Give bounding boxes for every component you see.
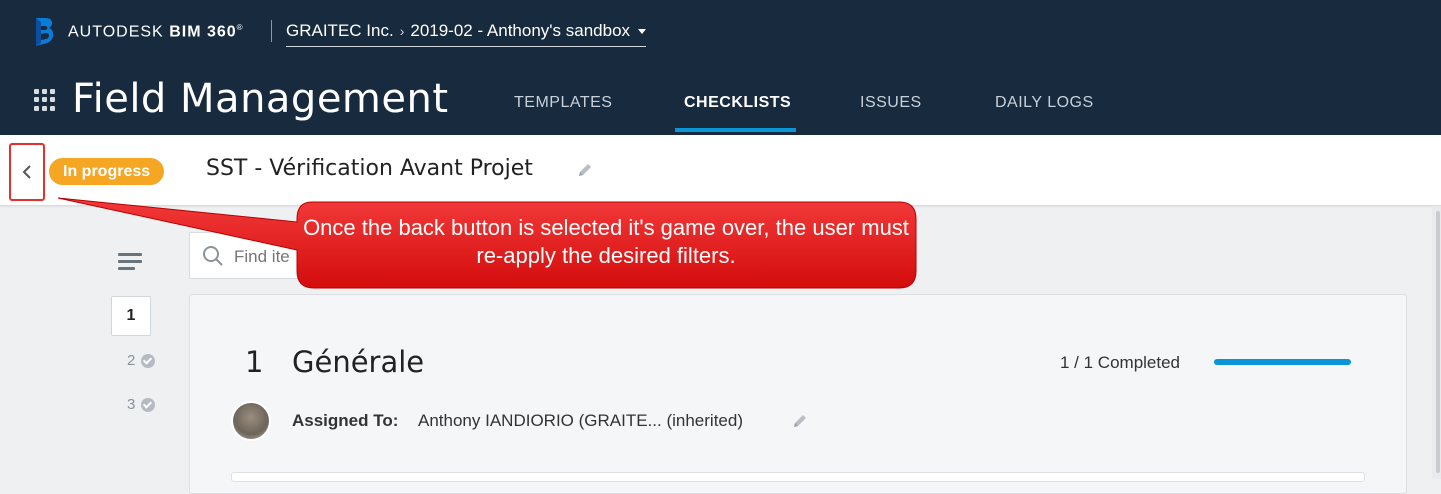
app-title: Field Management — [72, 76, 449, 122]
section-title: Générale — [292, 345, 425, 379]
apps-grid-icon[interactable] — [34, 89, 56, 111]
bim360-logo-icon — [36, 18, 54, 46]
tab-issues[interactable]: ISSUES — [860, 94, 922, 112]
assigned-to-label: Assigned To: — [292, 411, 399, 430]
back-button[interactable] — [9, 143, 45, 201]
tab-templates[interactable]: TEMPLATES — [514, 94, 612, 112]
breadcrumb-separator: › — [399, 23, 405, 39]
section-nav-item-2[interactable]: 2 — [127, 352, 156, 369]
status-badge: In progress — [49, 158, 165, 185]
project-name: 2019-02 - Anthony's sandbox — [410, 21, 631, 40]
caret-down-icon — [638, 28, 647, 34]
search-icon — [203, 246, 223, 266]
pencil-icon[interactable] — [577, 162, 593, 178]
tab-daily-logs[interactable]: DAILY LOGS — [995, 94, 1094, 112]
header-divider — [271, 20, 272, 42]
tab-checklists[interactable]: CHECKLISTS — [684, 94, 791, 112]
check-circle-icon — [141, 353, 156, 368]
section-nav-item-1[interactable]: 1 — [111, 296, 151, 336]
check-circle-icon — [141, 397, 156, 412]
chevron-left-icon — [22, 165, 31, 179]
section-card — [189, 294, 1407, 494]
brand-name: AUTODESK BIM 360® — [68, 22, 244, 41]
section-item-container — [231, 472, 1365, 482]
pencil-icon[interactable] — [792, 413, 808, 429]
assigned-to-value: Anthony IANDIORIO (GRAITE... (inherited) — [418, 411, 743, 430]
annotation-text: Once the back button is selected it's ga… — [303, 215, 909, 268]
scrollbar-thumb[interactable] — [1436, 211, 1440, 473]
completed-count: 1 / 1 Completed — [1060, 353, 1181, 372]
section-progress-bar — [1214, 359, 1351, 365]
list-icon[interactable] — [118, 253, 142, 271]
progress-fill — [1214, 359, 1351, 365]
project-selector[interactable]: GRAITEC Inc. › 2019-02 - Anthony's sandb… — [286, 18, 647, 47]
checklist-title: SST - Vérification Avant Projet — [206, 156, 533, 181]
company-name: GRAITEC Inc. — [286, 21, 394, 40]
section-nav-item-3[interactable]: 3 — [127, 396, 156, 413]
active-tab-indicator — [675, 128, 796, 132]
section-number: 1 — [245, 345, 264, 379]
brand[interactable]: AUTODESK BIM 360® — [34, 16, 244, 48]
user-avatar — [231, 401, 271, 441]
